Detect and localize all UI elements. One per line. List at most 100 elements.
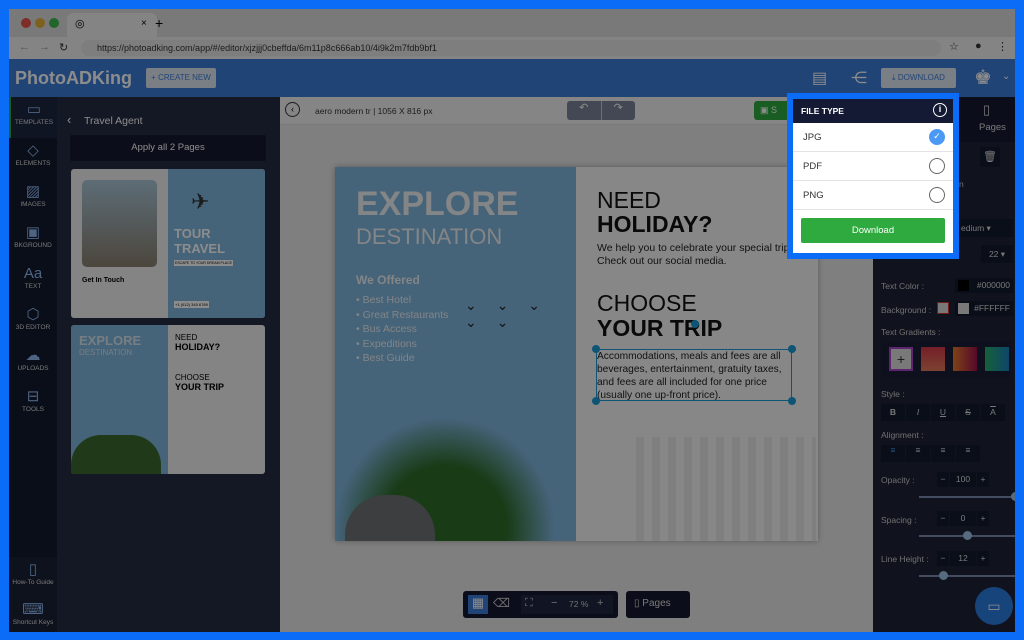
overline-button[interactable]: A — [981, 404, 1005, 421]
chat-support-button[interactable]: ▭ — [975, 587, 1013, 625]
radio-unchecked-icon[interactable] — [929, 158, 945, 174]
font-weight-select[interactable]: edium ▾ — [959, 219, 1013, 237]
font-size-select[interactable]: 22 ▾ — [981, 245, 1013, 263]
forward-icon[interactable]: → — [39, 41, 50, 53]
line-height-value[interactable]: 12 — [950, 551, 976, 566]
redo-button[interactable]: ↷ — [600, 101, 636, 120]
decrement-button[interactable]: − — [937, 551, 949, 566]
bold-button[interactable]: B — [881, 404, 905, 421]
pages-tab-icon[interactable]: ▯ — [983, 102, 990, 118]
feedback-icon[interactable]: ▤ — [812, 68, 827, 88]
eraser-icon[interactable]: ⌫ — [493, 596, 510, 610]
grid-view-button[interactable]: ▦ — [468, 595, 488, 614]
back-icon[interactable]: ← — [19, 41, 30, 53]
selected-text-box[interactable]: Accommodations, meals and fees are all b… — [592, 320, 796, 405]
close-window-button[interactable] — [21, 18, 31, 28]
bookmark-star-icon[interactable]: ☆ — [949, 40, 959, 53]
radio-unchecked-icon[interactable] — [929, 187, 945, 203]
design-canvas[interactable]: EXPLORE DESTINATION We Offered • Best Ho… — [335, 167, 818, 541]
create-new-button[interactable]: + CREATE NEW — [146, 68, 216, 88]
template-thumbnail-1[interactable]: ✈ TOUR TRAVEL ESCAPE TO YOUR DREAM PLACE… — [71, 169, 265, 318]
pages-button[interactable]: ▯ Pages — [626, 591, 690, 618]
add-gradient-button[interactable]: + — [889, 347, 913, 371]
apply-all-pages-button[interactable]: Apply all 2 Pages — [70, 135, 266, 161]
download-header-button[interactable]: ⤓ DOWNLOAD — [881, 68, 956, 88]
align-justify-icon[interactable]: ≡ — [956, 445, 980, 462]
menu-dots-icon[interactable]: ⋮ — [997, 40, 1008, 53]
rail-item-text[interactable]: Aa TEXT — [9, 261, 57, 302]
info-icon[interactable]: i — [933, 103, 947, 117]
how-to-guide-button[interactable]: ▯ How-To Guide — [9, 557, 57, 598]
align-center-icon[interactable]: ≡ — [906, 445, 930, 462]
download-button[interactable]: Download — [801, 218, 945, 243]
close-tab-button[interactable]: × — [141, 18, 147, 29]
profile-icon[interactable]: ● — [975, 40, 982, 52]
slider-knob[interactable] — [939, 571, 948, 580]
italic-button[interactable]: I — [906, 404, 930, 421]
trash-icon[interactable]: 🗑 — [980, 147, 1000, 167]
shortcut-keys-button[interactable]: ⌨ Shortcut Keys — [9, 597, 57, 632]
underline-button[interactable]: U — [931, 404, 955, 421]
download-label: DOWNLOAD — [897, 73, 945, 82]
undo-button[interactable]: ↶ — [567, 101, 601, 120]
resize-handle[interactable] — [788, 397, 796, 405]
share-icon[interactable]: ⋲ — [851, 68, 867, 88]
gradient-red[interactable] — [921, 347, 945, 371]
opacity-value[interactable]: 100 — [950, 472, 976, 487]
browser-tab[interactable]: ◎ × — [67, 13, 157, 37]
logo[interactable]: PhotoADKing — [15, 68, 132, 89]
gradient-green-blue[interactable] — [985, 347, 1009, 371]
strikethrough-button[interactable]: S — [956, 404, 980, 421]
file-type-option-jpg[interactable]: JPG ✓ — [793, 123, 953, 152]
opacity-slider[interactable] — [919, 492, 1015, 501]
line-height-stepper[interactable]: −12 + — [937, 551, 990, 566]
template-thumbnail-2[interactable]: EXPLORE DESTINATION NEED HOLIDAY? CHOOSE… — [71, 325, 265, 474]
file-type-option-png[interactable]: PNG — [793, 181, 953, 210]
rotate-handle[interactable] — [691, 320, 699, 328]
gradient-orange-purple[interactable] — [953, 347, 977, 371]
slider-knob[interactable] — [1011, 492, 1015, 501]
presentation-icon[interactable]: ⛶ — [525, 597, 533, 610]
zoom-in-button[interactable]: + — [597, 597, 603, 609]
url-input[interactable]: https://photoadking.com/app/#/editor/xjz… — [81, 40, 941, 56]
background-color-picker[interactable]: #FFFFFF — [955, 301, 1013, 316]
opacity-stepper[interactable]: −100 + — [937, 472, 990, 487]
slider-knob[interactable] — [963, 531, 972, 540]
back-chevron-icon[interactable]: ‹ — [67, 112, 71, 127]
rail-item-tools[interactable]: ⊟ TOOLS — [9, 384, 57, 425]
back-circle-icon[interactable]: ‹ — [285, 102, 300, 117]
rail-item-templates[interactable]: ▭ TEMPLATES — [9, 97, 57, 138]
file-type-option-pdf[interactable]: PDF — [793, 152, 953, 181]
resize-handle[interactable] — [592, 397, 600, 405]
decrement-button[interactable]: − — [937, 511, 949, 526]
increment-button[interactable]: + — [977, 472, 989, 487]
resize-handle[interactable] — [592, 345, 600, 353]
king-avatar-icon[interactable]: ♚ — [974, 65, 992, 90]
pages-tab[interactable]: Pages — [979, 122, 1006, 133]
increment-button[interactable]: + — [977, 511, 989, 526]
line-height-slider[interactable] — [919, 571, 1015, 580]
align-left-icon[interactable]: ≡ — [881, 445, 905, 462]
text-color-picker[interactable]: #000000 — [955, 278, 1013, 293]
radio-checked-icon[interactable]: ✓ — [929, 129, 945, 145]
thumb-explore: EXPLORE — [79, 333, 142, 348]
minimize-window-button[interactable] — [35, 18, 45, 28]
spacing-slider[interactable] — [919, 531, 1015, 540]
rail-item-bkground[interactable]: ▣ BKGROUND — [9, 220, 57, 261]
rail-item-uploads[interactable]: ☁ UPLOADS — [9, 343, 57, 384]
new-tab-button[interactable]: + — [155, 15, 163, 31]
resize-handle[interactable] — [788, 345, 796, 353]
spacing-stepper[interactable]: −0 + — [937, 511, 990, 526]
no-background-icon[interactable] — [937, 302, 949, 314]
align-right-icon[interactable]: ≡ — [931, 445, 955, 462]
rail-item-3d-editor[interactable]: ⬡ 3D EDITOR — [9, 302, 57, 343]
increment-button[interactable]: + — [977, 551, 989, 566]
spacing-value[interactable]: 0 — [950, 511, 976, 526]
decrement-button[interactable]: − — [937, 472, 949, 487]
chevron-down-icon[interactable]: ⌄ — [1002, 71, 1010, 82]
zoom-out-button[interactable]: − — [551, 597, 557, 609]
rail-item-elements[interactable]: ◇ ELEMENTS — [9, 138, 57, 179]
rail-item-images[interactable]: ▨ IMAGES — [9, 179, 57, 220]
reload-icon[interactable]: ↻ — [59, 41, 68, 54]
maximize-window-button[interactable] — [49, 18, 59, 28]
